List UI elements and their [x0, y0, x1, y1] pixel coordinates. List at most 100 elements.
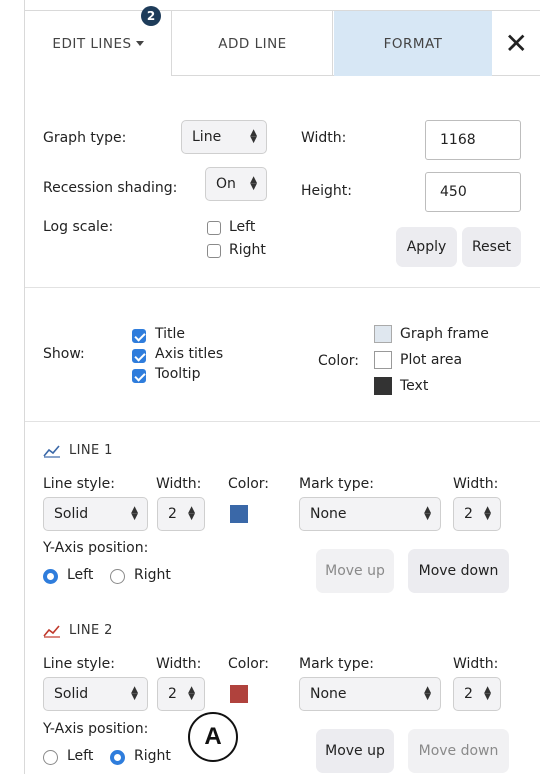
line-2-mark-type-label: Mark type: — [299, 656, 374, 672]
show-axis-titles-checkbox[interactable] — [132, 349, 146, 363]
divider — [25, 421, 540, 422]
select-arrows-icon: ▲ ▼ — [484, 685, 491, 702]
apply-button[interactable]: Apply — [396, 227, 457, 267]
select-arrows-icon: ▲ ▼ — [250, 175, 257, 192]
line-2-y-right-label: Right — [134, 748, 171, 764]
tab-format[interactable]: FORMAT — [334, 11, 492, 76]
line-2-width-label: Width: — [156, 656, 202, 672]
log-right-checkbox[interactable] — [207, 244, 221, 258]
graph-frame-color-swatch[interactable] — [374, 325, 392, 343]
caret-down-icon — [135, 41, 144, 46]
close-label: ✕ — [504, 27, 529, 60]
line-1-width-value: 2 — [168, 506, 177, 522]
line-1-move-down-button[interactable]: Move down — [408, 549, 509, 593]
line-2-width-select[interactable]: 2 ▲ ▼ — [157, 677, 205, 711]
log-left-label: Left — [229, 219, 256, 235]
line-1-width-select[interactable]: 2 ▲ ▼ — [157, 497, 205, 531]
select-arrows-icon: ▲ ▼ — [131, 505, 138, 522]
width-input-value: 1168 — [440, 132, 476, 148]
line-2-y-left-label: Left — [67, 748, 94, 764]
line-1-mark-width-value: 2 — [464, 506, 473, 522]
line-2-mark-type-select[interactable]: None ▲ ▼ — [299, 677, 441, 711]
text-color-label: Text — [400, 378, 429, 394]
plot-area-color-swatch[interactable] — [374, 351, 392, 369]
line-1-header: LINE 1 — [43, 443, 113, 458]
line-2-move-up-button[interactable]: Move up — [316, 729, 394, 773]
line-1-mark-type-value: None — [310, 506, 347, 522]
show-tooltip-label: Tooltip — [155, 366, 201, 382]
color-label: Color: — [318, 353, 360, 369]
show-tooltip-checkbox[interactable] — [132, 369, 146, 383]
select-arrows-icon: ▲ ▼ — [424, 685, 431, 702]
line-1-y-right-label: Right — [134, 567, 171, 583]
line-1-mark-width-select[interactable]: 2 ▲ ▼ — [453, 497, 501, 531]
graph-type-value: Line — [192, 129, 222, 145]
show-label: Show: — [43, 346, 85, 362]
divider — [25, 287, 540, 288]
line-2-y-right-radio[interactable] — [110, 750, 125, 765]
recession-shading-select[interactable]: On ▲ ▼ — [205, 167, 267, 201]
line-1-y-left-radio[interactable] — [43, 569, 58, 584]
line-1-style-value: Solid — [54, 506, 89, 522]
height-input-value: 450 — [440, 184, 467, 200]
line-1-style-select[interactable]: Solid ▲ ▼ — [43, 497, 148, 531]
edit-lines-count-badge: 2 — [141, 6, 161, 26]
line-1-y-axis-label: Y-Axis position: — [43, 540, 149, 556]
line-2-mark-width-select[interactable]: 2 ▲ ▼ — [453, 677, 501, 711]
line-1-mark-width-label: Width: — [453, 476, 499, 492]
show-title-checkbox[interactable] — [132, 329, 146, 343]
line-2-title: LINE 2 — [69, 623, 113, 638]
text-color-swatch[interactable] — [374, 377, 392, 395]
line-1-y-left-label: Left — [67, 567, 94, 583]
line-1-width-label: Width: — [156, 476, 202, 492]
log-left-checkbox[interactable] — [207, 221, 221, 235]
show-axis-titles-label: Axis titles — [155, 346, 224, 362]
height-label: Height: — [301, 183, 352, 199]
tab-add-line[interactable]: ADD LINE — [173, 11, 333, 76]
tab-add-line-label: ADD LINE — [218, 35, 287, 52]
line-1-move-up-button[interactable]: Move up — [316, 549, 394, 593]
line-chart-icon — [43, 624, 60, 638]
graph-type-select[interactable]: Line ▲ ▼ — [181, 120, 267, 154]
close-icon[interactable]: ✕ — [492, 11, 540, 76]
line-1-color-label: Color: — [228, 476, 270, 492]
tab-edit-lines-label: EDIT LINES — [52, 35, 132, 52]
line-1-mark-type-label: Mark type: — [299, 476, 374, 492]
line-2-color-label: Color: — [228, 656, 270, 672]
line-2-mark-width-value: 2 — [464, 686, 473, 702]
plot-area-label: Plot area — [400, 352, 463, 368]
select-arrows-icon: ▲ ▼ — [188, 685, 195, 702]
line-1-mark-type-select[interactable]: None ▲ ▼ — [299, 497, 441, 531]
format-panel: EDIT LINES ADD LINE FORMAT ✕ 2 Graph typ… — [24, 0, 540, 774]
line-1-style-label: Line style: — [43, 476, 115, 492]
select-arrows-icon: ▲ ▼ — [131, 685, 138, 702]
line-2-style-label: Line style: — [43, 656, 115, 672]
annotation-marker-a: A — [188, 712, 238, 762]
width-input[interactable]: 1168 — [425, 120, 521, 160]
recession-shading-value: On — [216, 176, 236, 192]
show-title-label: Title — [155, 326, 186, 342]
recession-shading-label: Recession shading: — [43, 180, 178, 196]
log-scale-label: Log scale: — [43, 219, 114, 235]
line-2-color-swatch[interactable] — [230, 685, 248, 703]
line-chart-icon — [43, 444, 60, 458]
line-2-y-left-radio[interactable] — [43, 750, 58, 765]
log-right-label: Right — [229, 242, 266, 258]
line-2-mark-width-label: Width: — [453, 656, 499, 672]
select-arrows-icon: ▲ ▼ — [484, 505, 491, 522]
line-2-style-select[interactable]: Solid ▲ ▼ — [43, 677, 148, 711]
height-input[interactable]: 450 — [425, 172, 521, 212]
line-1-y-right-radio[interactable] — [110, 569, 125, 584]
graph-type-label: Graph type: — [43, 130, 127, 146]
reset-button[interactable]: Reset — [462, 227, 521, 267]
line-1-color-swatch[interactable] — [230, 505, 248, 523]
graph-frame-label: Graph frame — [400, 326, 489, 342]
line-2-width-value: 2 — [168, 686, 177, 702]
width-label: Width: — [301, 130, 347, 146]
select-arrows-icon: ▲ ▼ — [188, 505, 195, 522]
select-arrows-icon: ▲ ▼ — [250, 128, 257, 145]
line-2-mark-type-value: None — [310, 686, 347, 702]
tab-bar: EDIT LINES ADD LINE FORMAT ✕ — [25, 10, 540, 76]
select-arrows-icon: ▲ ▼ — [424, 505, 431, 522]
line-2-move-down-button[interactable]: Move down — [408, 729, 509, 773]
